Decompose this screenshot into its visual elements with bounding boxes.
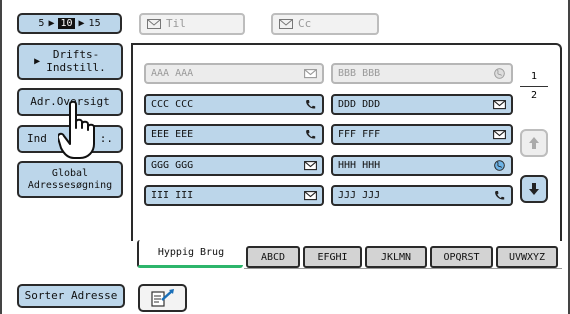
page-down-button[interactable] <box>520 175 548 203</box>
arrow-down-icon <box>529 183 539 195</box>
address-name: EEE EEE <box>151 129 194 140</box>
triangle-right-icon: ▶ <box>34 55 41 67</box>
address-name: BBB BBB <box>338 68 381 79</box>
tab-opqrst[interactable]: OPQRST <box>430 246 493 268</box>
envelope-icon <box>279 19 293 29</box>
email-icon <box>304 69 317 79</box>
address-name: DDD DDD <box>338 99 381 110</box>
address-entry[interactable]: FFF FFF <box>331 124 513 145</box>
email-icon <box>493 100 506 110</box>
page-size-prev[interactable]: 5 <box>38 18 44 30</box>
globe-icon <box>494 68 505 79</box>
address-name: AAA AAA <box>151 68 194 79</box>
envelope-icon <box>147 19 161 29</box>
address-book-edit-button[interactable] <box>138 284 187 312</box>
page-indicator-divider <box>520 86 548 87</box>
tab-jklmn[interactable]: JKLMN <box>365 246 427 268</box>
phone-icon <box>306 130 316 139</box>
tab-hyppig-brug[interactable]: Hyppig Brug <box>137 240 243 268</box>
globe-icon <box>494 160 505 171</box>
page-size-current[interactable]: 10 <box>58 17 75 30</box>
address-name: HHH HHH <box>338 160 381 171</box>
index-label-prefix: Ind <box>27 131 47 145</box>
email-icon <box>304 191 317 201</box>
email-icon <box>493 130 506 140</box>
to-label: Til <box>166 16 186 30</box>
settings-button[interactable]: ▶ Drifts- Indstill. <box>17 43 123 80</box>
tab-abcd[interactable]: ABCD <box>246 246 300 268</box>
page-indicator-total: 2 <box>530 90 538 101</box>
address-entry[interactable]: AAA AAA <box>144 63 324 84</box>
address-name: III III <box>151 190 194 201</box>
address-entry[interactable]: JJJ JJJ <box>331 185 513 206</box>
address-entry[interactable]: EEE EEE <box>144 124 324 145</box>
address-entry[interactable]: HHH HHH <box>331 155 513 176</box>
global-search-label: Global Adressesøgning <box>27 168 113 191</box>
triangle-right-icon: ▶ <box>48 17 55 29</box>
tab-baseline <box>244 268 562 269</box>
cc-button[interactable]: Cc <box>271 13 379 35</box>
address-name: FFF FFF <box>338 129 381 140</box>
tab-efghi[interactable]: EFGHI <box>303 246 362 268</box>
page-up-button[interactable] <box>520 129 548 157</box>
address-entry[interactable]: CCC CCC <box>144 94 324 115</box>
to-button[interactable]: Til <box>139 13 245 35</box>
phone-icon <box>495 191 505 200</box>
address-book-edit-icon <box>150 289 174 307</box>
address-name: GGG GGG <box>151 160 194 171</box>
page-indicator-current: 1 <box>530 71 538 82</box>
global-search-button[interactable]: Global Adressesøgning <box>17 161 123 198</box>
cc-label: Cc <box>298 16 312 30</box>
address-entry[interactable]: GGG GGG <box>144 155 324 176</box>
page-size-next[interactable]: 15 <box>89 18 101 30</box>
sort-address-label: Sorter Adresse <box>24 288 118 302</box>
arrow-up-icon <box>529 137 539 149</box>
tab-uvwxyz[interactable]: UVWXYZ <box>496 246 558 268</box>
address-name: CCC CCC <box>151 99 194 110</box>
address-entry[interactable]: DDD DDD <box>331 94 513 115</box>
settings-label: Drifts- Indstill. <box>46 47 106 74</box>
triangle-right-icon: ▶ <box>78 17 85 29</box>
sort-address-button[interactable]: Sorter Adresse <box>17 284 125 308</box>
page-indicator: 1 2 <box>520 70 548 106</box>
page-size-selector[interactable]: 5 ▶ 10 ▶ 15 <box>17 13 122 34</box>
hand-pointer-icon <box>58 100 95 159</box>
address-entry[interactable]: III III <box>144 185 324 206</box>
email-icon <box>304 161 317 171</box>
phone-icon <box>306 100 316 109</box>
address-name: JJJ JJJ <box>338 190 381 201</box>
address-entry[interactable]: BBB BBB <box>331 63 513 84</box>
